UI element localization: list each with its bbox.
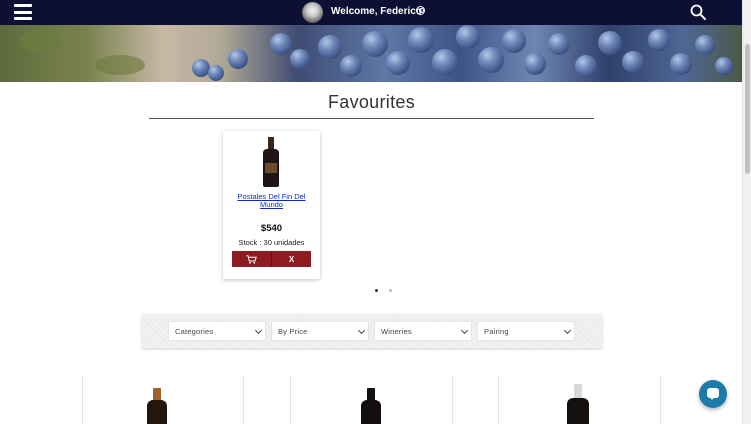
pairing-select[interactable]: Pairing <box>477 321 575 341</box>
chevron-down-icon <box>357 326 366 335</box>
scrollbar-thumb[interactable] <box>745 44 750 174</box>
categories-select[interactable]: Categories <box>168 321 266 341</box>
brand-logo[interactable] <box>302 2 323 23</box>
favourites-heading: Favourites <box>327 92 416 112</box>
product-bottle-image[interactable] <box>360 388 382 424</box>
product-stock: Stock : 30 unidades <box>238 238 305 247</box>
product-price: $540 <box>260 223 283 234</box>
price-select[interactable]: By Price <box>271 321 369 341</box>
hamburger-menu-icon[interactable] <box>14 4 32 20</box>
top-navbar: Welcome, Federico <box>0 0 742 25</box>
product-bottle-image[interactable] <box>566 384 590 424</box>
welcome-text: Welcome, Federico <box>331 6 422 17</box>
remove-favourite-button[interactable]: X <box>272 251 311 267</box>
chat-button[interactable] <box>699 380 727 408</box>
chevron-down-icon <box>460 326 469 335</box>
favourite-product-card: Postales Del Fin Del Mundo $540 Stock : … <box>223 131 320 279</box>
wineries-select[interactable]: Wineries <box>374 321 472 341</box>
cart-icon <box>246 254 257 264</box>
grid-divider <box>498 376 499 424</box>
user-icon[interactable] <box>416 6 425 15</box>
wineries-select-label: Wineries <box>381 327 412 336</box>
grid-divider <box>243 376 244 424</box>
hero-banner-image <box>0 25 742 82</box>
product-bottle-image[interactable] <box>146 388 168 424</box>
categories-select-label: Categories <box>175 327 214 336</box>
filter-bar: Categories By Price Wineries Pairing <box>142 314 602 348</box>
add-to-cart-button[interactable] <box>232 251 272 267</box>
favourites-divider <box>149 118 594 119</box>
carousel-dot-active[interactable] <box>375 289 378 292</box>
carousel-dot[interactable] <box>389 289 392 292</box>
pairing-select-label: Pairing <box>484 327 509 336</box>
search-icon[interactable] <box>690 4 706 20</box>
grid-divider <box>290 376 291 424</box>
grid-divider <box>452 376 453 424</box>
wine-bottle-image[interactable] <box>261 137 281 187</box>
chevron-down-icon <box>563 326 572 335</box>
card-actions: X <box>232 251 311 267</box>
page-scrollbar[interactable] <box>742 0 751 424</box>
product-name-link[interactable]: Postales Del Fin Del Mundo <box>233 193 310 209</box>
grid-divider <box>82 376 83 424</box>
grid-divider <box>660 376 661 424</box>
price-select-label: By Price <box>278 327 308 336</box>
chevron-down-icon <box>254 326 263 335</box>
